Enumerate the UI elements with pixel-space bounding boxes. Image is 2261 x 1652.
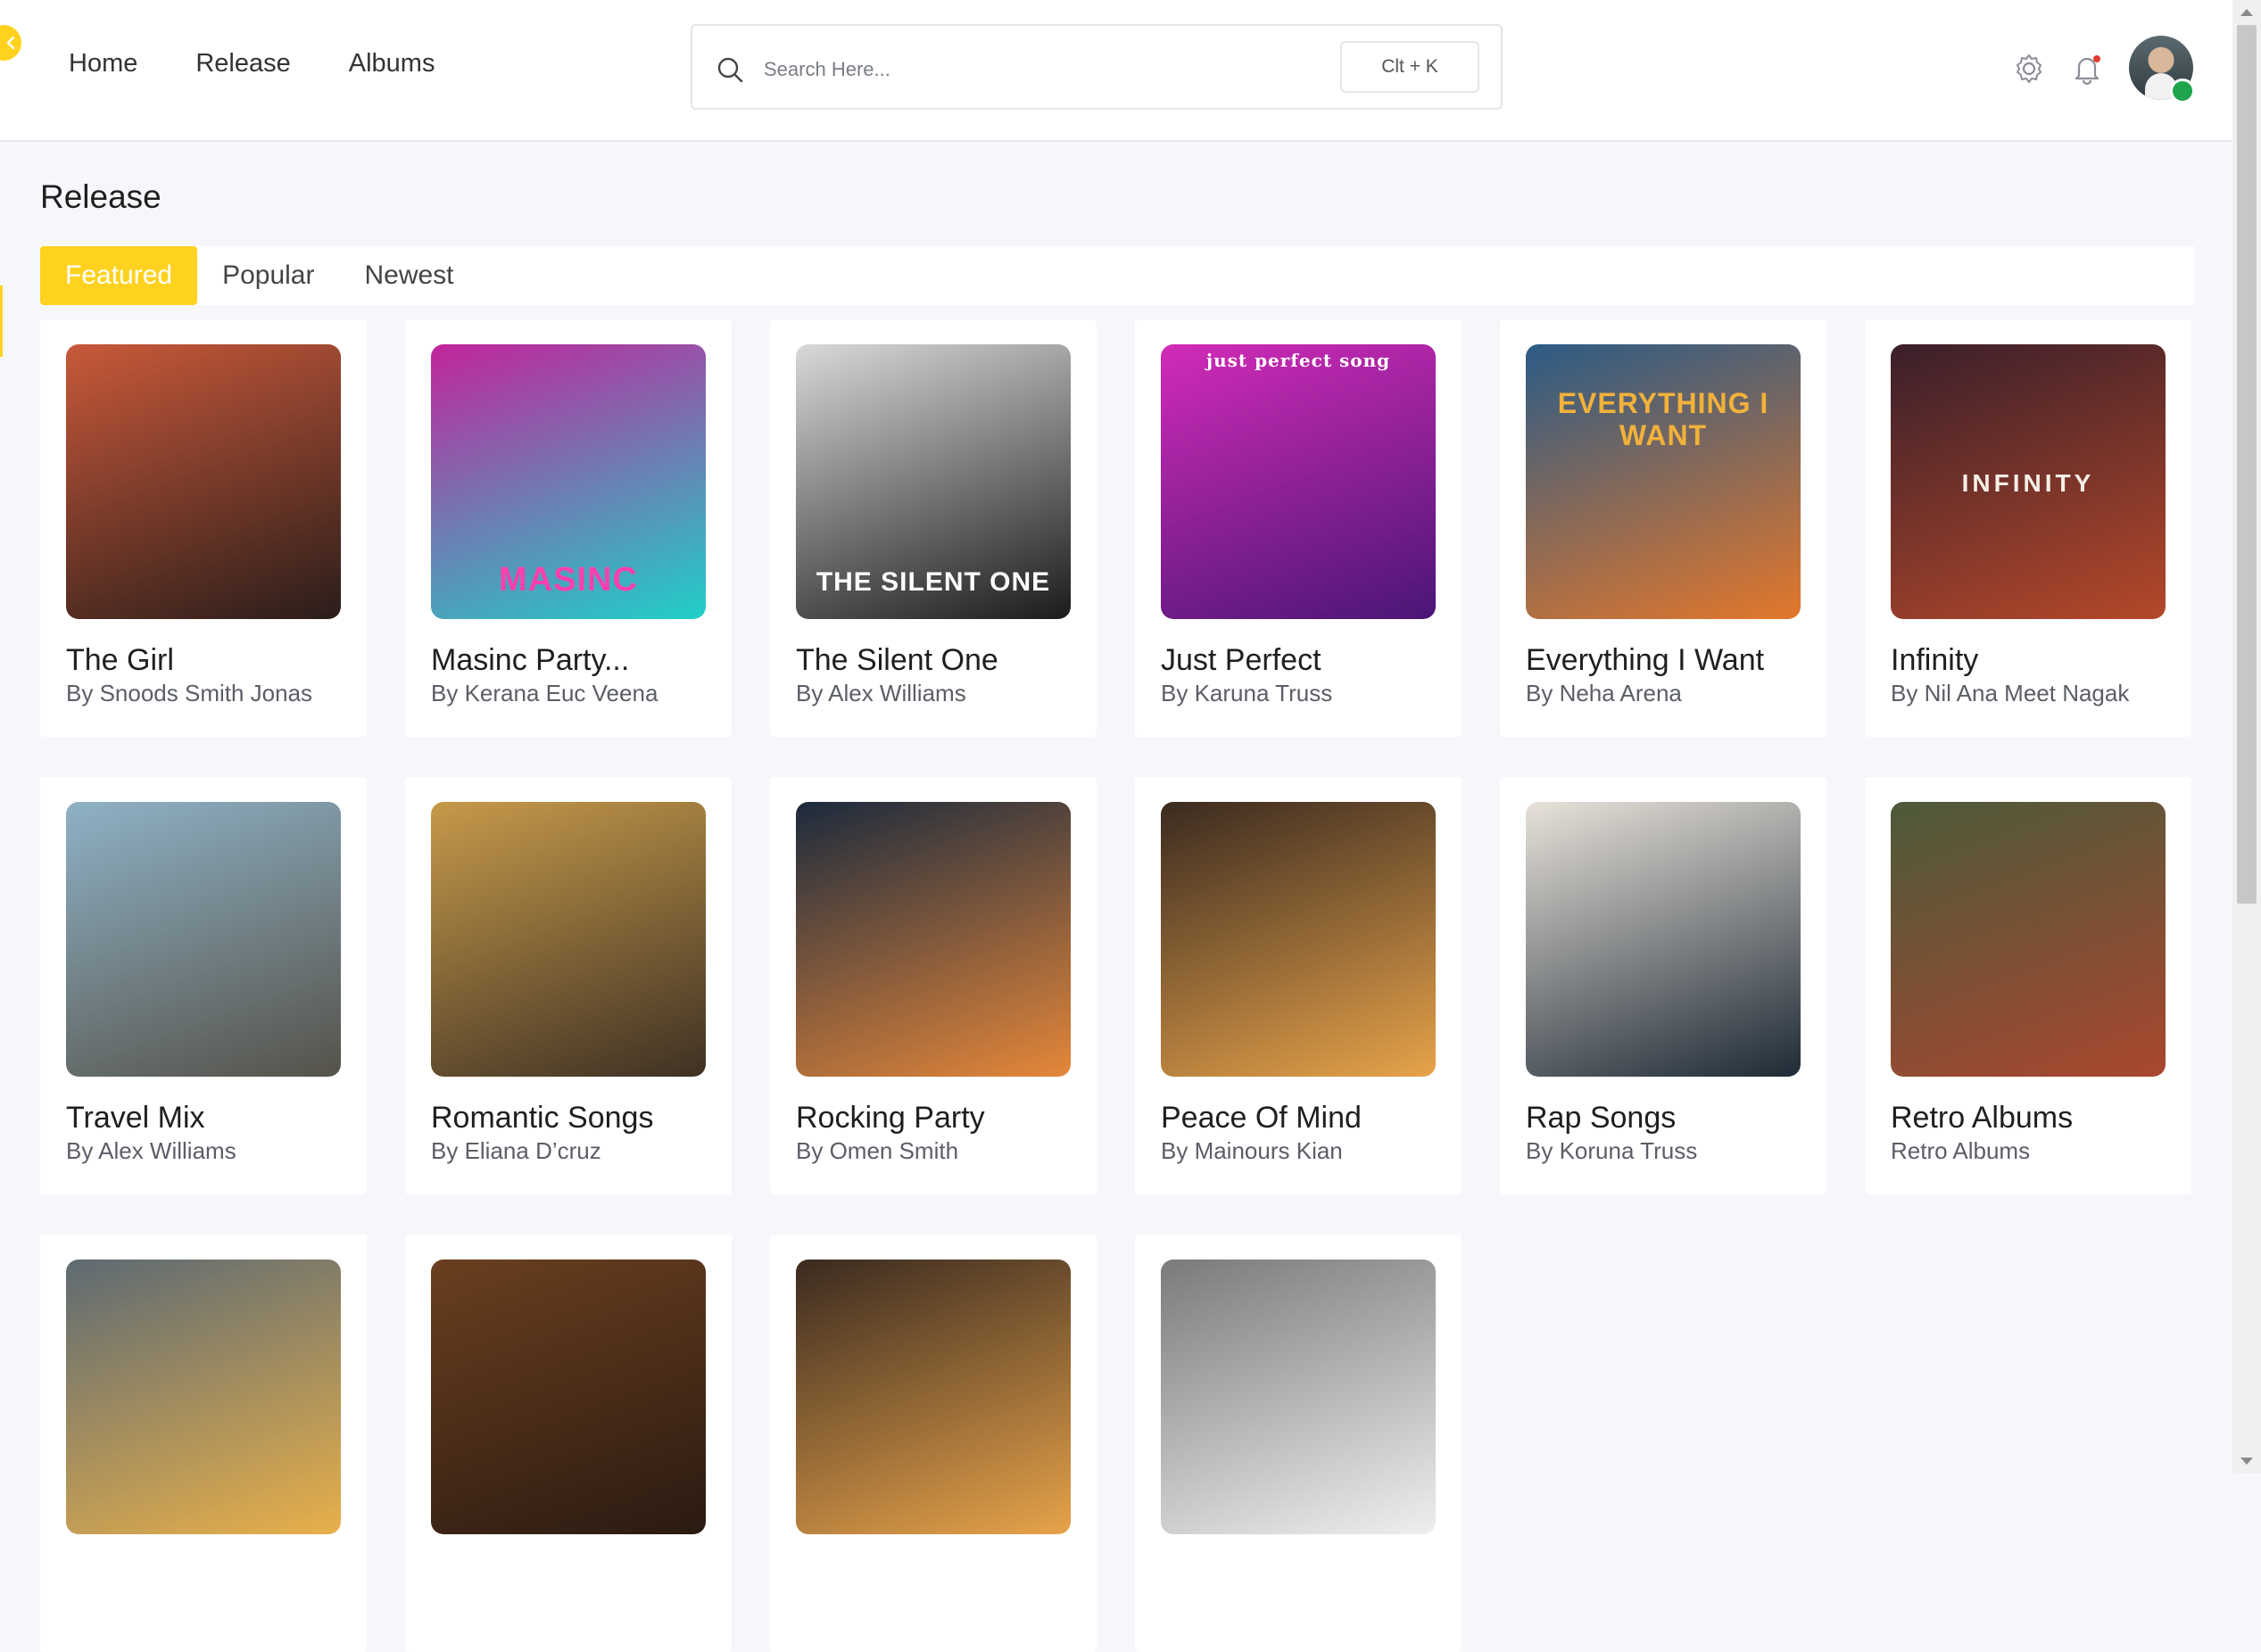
album-artist: By Omen Smith <box>796 1137 959 1164</box>
album-card[interactable]: Travel Mix By Alex Williams <box>40 777 367 1194</box>
nav-link-release[interactable]: Release <box>195 49 290 78</box>
album-title: Just Perfect <box>1161 643 1321 677</box>
album-card[interactable]: Rap Songs By Koruna Truss <box>1500 777 1826 1194</box>
notification-bell-icon[interactable] <box>2070 52 2104 86</box>
album-title: The Silent One <box>796 643 998 677</box>
album-cover: THE SILENT ONE <box>796 344 1071 619</box>
album-cover <box>1161 802 1436 1077</box>
settings-gear-icon[interactable] <box>2012 52 2046 86</box>
cover-text: INFINITY <box>1961 469 2095 497</box>
album-card[interactable]: MASINC Masinc Party... By Kerana Euc Vee… <box>405 319 732 737</box>
album-card[interactable]: INFINITY Infinity By Nil Ana Meet Nagak <box>1865 319 2191 737</box>
search-box: Clt + K <box>691 24 1503 110</box>
cover-text: MASINC <box>499 561 638 599</box>
search-input[interactable] <box>762 47 1301 92</box>
cover-text: EVERYTHING I WANT <box>1557 387 1769 451</box>
album-card[interactable] <box>405 1235 732 1652</box>
album-card[interactable] <box>40 1235 367 1652</box>
album-artist: By Eliana D’cruz <box>431 1137 601 1164</box>
album-cover <box>431 1260 706 1534</box>
album-card[interactable]: Peace Of Mind By Mainours Kian <box>1135 777 1462 1194</box>
cover-text: just perfect song <box>1205 350 1391 371</box>
cover-text: THE SILENT ONE <box>816 567 1051 597</box>
search-icon <box>717 57 743 83</box>
album-title: Peace Of Mind <box>1161 1101 1362 1135</box>
tab-popular[interactable]: Popular <box>197 246 339 305</box>
vertical-scrollbar[interactable] <box>2232 0 2261 1474</box>
search-shortcut-badge: Clt + K <box>1340 41 1479 93</box>
album-cover <box>66 1260 341 1534</box>
chevron-left-icon <box>6 36 15 50</box>
album-cover <box>1891 802 2166 1077</box>
album-cover <box>796 802 1071 1077</box>
album-cover <box>431 802 706 1077</box>
album-cover <box>1526 802 1801 1077</box>
album-artist: By Neha Arena <box>1526 680 1682 706</box>
album-card[interactable]: Retro Albums Retro Albums <box>1865 777 2191 1194</box>
nav-link-home[interactable]: Home <box>69 49 137 78</box>
album-title: The Girl <box>66 643 174 677</box>
nav-link-albums[interactable]: Albums <box>349 49 435 78</box>
album-card[interactable]: just perfect song Just Perfect By Karuna… <box>1135 319 1462 737</box>
album-title: Rocking Party <box>796 1101 985 1135</box>
album-title: Masinc Party... <box>431 643 630 677</box>
album-artist: By Nil Ana Meet Nagak <box>1891 680 2130 706</box>
album-artist: By Karuna Truss <box>1161 680 1333 706</box>
album-title: Romantic Songs <box>431 1101 654 1135</box>
album-cover <box>66 802 341 1077</box>
album-cover <box>1161 1260 1436 1534</box>
album-title: Infinity <box>1891 643 1979 677</box>
album-card[interactable] <box>770 1235 1097 1652</box>
sidebar-accent <box>0 285 3 357</box>
scrollbar-thumb[interactable] <box>2237 25 2257 904</box>
album-artist: By Mainours Kian <box>1161 1137 1343 1164</box>
main-nav: Home Release Albums <box>69 49 493 78</box>
top-header: Home Release Albums Clt + K <box>0 0 2232 142</box>
album-card[interactable]: Rocking Party By Omen Smith <box>770 777 1097 1194</box>
tab-featured[interactable]: Featured <box>40 246 198 305</box>
album-artist: By Koruna Truss <box>1526 1137 1698 1164</box>
album-card[interactable]: The Girl By Snoods Smith Jonas <box>40 319 367 737</box>
page-title: Release <box>40 178 162 215</box>
album-title: Rap Songs <box>1526 1101 1677 1135</box>
album-cover: MASINC <box>431 344 706 619</box>
album-artist: By Snoods Smith Jonas <box>66 680 313 706</box>
album-artist: By Alex Williams <box>796 680 966 706</box>
scroll-up-arrow-icon[interactable] <box>2240 9 2253 16</box>
album-cover: EVERYTHING I WANT <box>1526 344 1801 619</box>
album-title: Retro Albums <box>1891 1101 2074 1135</box>
album-title: Travel Mix <box>66 1101 205 1135</box>
album-cover <box>796 1260 1071 1534</box>
tab-newest[interactable]: Newest <box>339 246 478 305</box>
album-cover <box>66 344 341 619</box>
album-card[interactable]: Romantic Songs By Eliana D’cruz <box>405 777 732 1194</box>
album-title: Everything I Want <box>1526 643 1765 677</box>
album-cover: just perfect song <box>1161 344 1436 619</box>
release-tabs: Featured Popular Newest <box>40 246 2194 305</box>
album-card[interactable]: EVERYTHING I WANT Everything I Want By N… <box>1500 319 1826 737</box>
album-cover: INFINITY <box>1891 344 2166 619</box>
album-card[interactable] <box>1135 1235 1462 1652</box>
scroll-down-arrow-icon[interactable] <box>2240 1458 2253 1465</box>
album-artist: By Alex Williams <box>66 1137 236 1164</box>
online-status-dot <box>2170 78 2195 103</box>
album-card[interactable]: THE SILENT ONE The Silent One By Alex Wi… <box>770 319 1097 737</box>
album-artist: By Kerana Euc Veena <box>431 680 658 706</box>
album-artist: Retro Albums <box>1891 1137 2031 1164</box>
